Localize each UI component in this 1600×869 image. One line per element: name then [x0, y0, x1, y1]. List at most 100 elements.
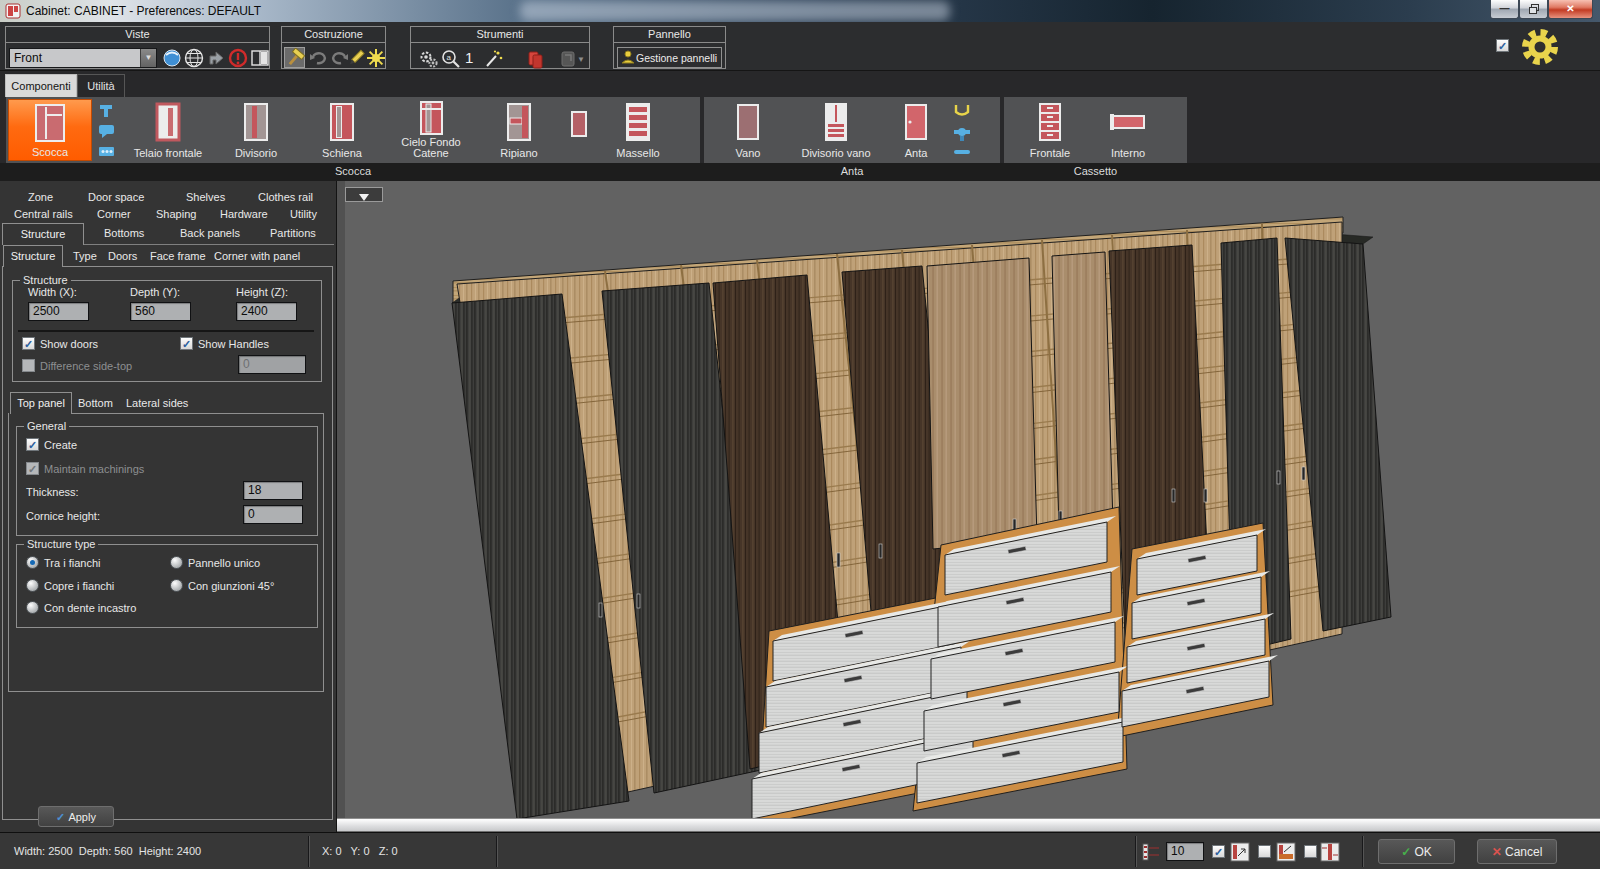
ok-button[interactable]: ✓ OK	[1378, 839, 1455, 864]
schiena-icon	[325, 102, 359, 142]
group-label-scocca: Scocca	[6, 165, 700, 179]
ribbon-item-anta[interactable]: Anta	[886, 99, 946, 161]
mini-media-icon[interactable]	[98, 143, 116, 159]
split-view-icon[interactable]	[250, 48, 270, 68]
ribbon-item-interno[interactable]: Interno	[1092, 99, 1164, 161]
undo-icon[interactable]	[308, 48, 328, 68]
status-zoom-field[interactable]: 10	[1166, 842, 1204, 861]
ribbon-item-ripiano[interactable]: Ripiano	[482, 99, 556, 161]
magic-wand-icon[interactable]	[483, 49, 503, 69]
ribbon-item-cielo-fondo-catene[interactable]: Cielo Fondo Catene	[388, 99, 474, 161]
reset-warning-icon[interactable]	[228, 48, 248, 68]
status-panel-icon-2[interactable]	[1276, 842, 1296, 862]
ribbon-item-divisorio[interactable]: Divisorio	[216, 99, 296, 161]
panel-tab-hardware[interactable]: Hardware	[220, 208, 268, 220]
radio-pannello-unico[interactable]	[170, 556, 183, 569]
subtab-corner-with-panel[interactable]: Corner with panel	[214, 250, 300, 262]
subtab-structure[interactable]: Structure	[3, 245, 63, 267]
panels-icon[interactable]	[526, 49, 546, 69]
panel-tab-shaping[interactable]: Shaping	[156, 208, 196, 220]
apply-button[interactable]: ✓ Apply	[38, 806, 114, 827]
ribbon-item-vano[interactable]: Vano	[712, 99, 784, 161]
ribbon-item-massello[interactable]: Massello	[600, 99, 676, 161]
thickness-field[interactable]: 18	[243, 481, 303, 500]
difference-side-top-checkbox[interactable]: ✓	[22, 359, 35, 372]
hinge-icon[interactable]	[952, 124, 972, 142]
ribbon-item-frontale[interactable]: Frontale	[1012, 99, 1088, 161]
panel-tab-corner[interactable]: Corner	[97, 208, 131, 220]
radio-copre-i-fianchi[interactable]	[26, 579, 39, 592]
close-button[interactable]: ✕	[1548, 0, 1593, 19]
ribbon-item-schiena[interactable]: Schiena	[304, 99, 380, 161]
disabled-tool-icon[interactable]	[559, 49, 579, 69]
minimize-button[interactable]: —	[1490, 0, 1519, 19]
height-field[interactable]: 2400	[236, 302, 297, 321]
show-doors-checkbox[interactable]: ✓	[22, 337, 35, 350]
search-icon[interactable]: a	[441, 49, 461, 69]
subtab-type[interactable]: Type	[73, 250, 97, 262]
panel-tab-clothes-rail[interactable]: Clothes rail	[258, 191, 313, 203]
tab-top-panel[interactable]: Top panel	[10, 392, 72, 414]
status-panel-icon-1[interactable]	[1230, 842, 1250, 862]
status-checkbox-3[interactable]: ✓	[1304, 845, 1317, 858]
panel-tab-zone[interactable]: Zone	[28, 191, 53, 203]
ribbon-item-telaio-frontale[interactable]: Telaio frontale	[124, 99, 212, 161]
hammer-icon[interactable]	[285, 48, 305, 68]
difference-side-top-field[interactable]: 0	[238, 355, 306, 374]
panel-tab-back-panels[interactable]: Back panels	[180, 227, 240, 239]
radio-con-giunzioni[interactable]	[170, 579, 183, 592]
edit-pencil-icon[interactable]	[346, 48, 366, 68]
ribbon-item-scocca[interactable]: Scocca	[8, 99, 92, 161]
maintain-machinings-checkbox[interactable]: ✓	[26, 462, 39, 475]
new-sun-icon[interactable]	[366, 48, 386, 68]
mini-comment-icon[interactable]	[98, 123, 116, 139]
tab-utilita[interactable]: Utilità	[77, 74, 125, 97]
ribbon-item-divisorio-vano[interactable]: Divisorio vano	[790, 99, 882, 161]
panel-tab-utility[interactable]: Utility	[290, 208, 317, 220]
globe-view-icon[interactable]	[184, 48, 204, 68]
show-handles-checkbox[interactable]: ✓	[180, 337, 193, 350]
width-field[interactable]: 2500	[28, 302, 89, 321]
create-checkbox[interactable]: ✓	[26, 438, 39, 451]
toolbar-group-costruzione: Costruzione	[281, 26, 386, 69]
subtab-doors[interactable]: Doors	[108, 250, 137, 262]
bar-icon[interactable]	[952, 147, 972, 157]
gestione-pannelli-button[interactable]: Gestione pannelli	[617, 47, 722, 68]
orbit-view-icon[interactable]	[162, 48, 182, 68]
mini-text-tool-icon[interactable]	[98, 103, 116, 119]
radio-con-dente-incastro[interactable]	[26, 601, 39, 614]
tool-dropdown-arrow-icon[interactable]: ▼	[577, 55, 585, 64]
status-checkbox-2[interactable]: ✓	[1258, 845, 1271, 858]
panel-tab-structure[interactable]: Structure	[2, 223, 84, 245]
panel-tab-partitions[interactable]: Partitions	[270, 227, 316, 239]
settings-gear-icon[interactable]	[1518, 25, 1562, 69]
viewport-dropdown-button[interactable]	[345, 187, 383, 202]
handle-u-icon[interactable]	[952, 102, 972, 118]
settings-gears-icon[interactable]	[419, 49, 439, 69]
status-dimensions: Width: 2500 Depth: 560 Height: 2400	[14, 845, 201, 857]
status-panel-icon-3[interactable]	[1320, 842, 1340, 862]
radio-tra-i-fianchi[interactable]	[26, 556, 39, 569]
panel-tab-central-rails[interactable]: Central rails	[14, 208, 73, 220]
tab-bottom[interactable]: Bottom	[78, 397, 113, 409]
status-drawer-profile-icon[interactable]	[1142, 843, 1160, 861]
panel-tab-bottoms[interactable]: Bottoms	[104, 227, 144, 239]
panel-tab-shelves[interactable]: Shelves	[186, 191, 225, 203]
tab-lateral-sides[interactable]: Lateral sides	[126, 397, 188, 409]
depth-field[interactable]: 560	[130, 302, 191, 321]
radio-copre-i-fianchi-label: Copre i fianchi	[44, 580, 114, 592]
panel-tab-door-space[interactable]: Door space	[88, 191, 144, 203]
tool-number-label[interactable]: 1	[465, 49, 479, 69]
subtab-face-frame[interactable]: Face frame	[150, 250, 206, 262]
cancel-button[interactable]: ✕ Cancel	[1477, 839, 1557, 864]
tab-componenti[interactable]: Componenti	[5, 74, 77, 97]
small-panel-icon[interactable]	[568, 110, 590, 140]
viewport-3d[interactable]	[337, 181, 1600, 818]
options-checkbox[interactable]: ✓	[1496, 39, 1509, 52]
viewport-hscrollbar[interactable]	[337, 818, 1600, 832]
cornice-height-field[interactable]: 0	[243, 505, 303, 524]
restore-button[interactable]	[1519, 0, 1548, 19]
view-select[interactable]: Front ▼	[9, 48, 157, 68]
export-view-icon[interactable]	[206, 48, 226, 68]
status-checkbox-1[interactable]: ✓	[1212, 845, 1225, 858]
